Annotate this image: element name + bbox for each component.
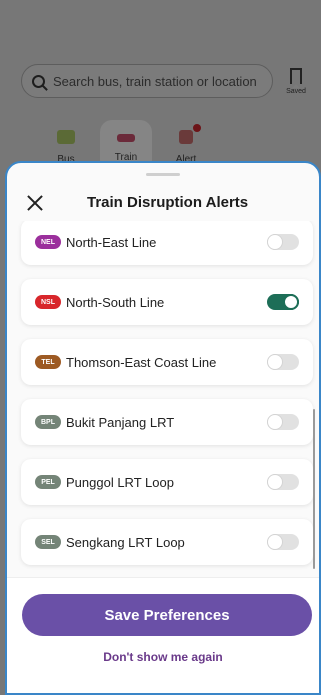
train-icon — [117, 134, 135, 142]
toggle-knob — [267, 474, 283, 490]
toggle-knob — [267, 234, 283, 250]
saved-button[interactable]: Saved — [279, 67, 313, 95]
line-badge: PEL — [35, 475, 61, 489]
line-name: Punggol LRT Loop — [66, 474, 174, 490]
close-button[interactable] — [25, 193, 45, 213]
toggle-knob — [283, 294, 299, 310]
line-badge: NEL — [35, 235, 61, 249]
line-name: North-East Line — [66, 234, 157, 250]
line-item-bpl: BPL Bukit Panjang LRT — [21, 399, 313, 445]
toggle-switch[interactable] — [267, 294, 299, 310]
line-item-nel: NEL North-East Line — [21, 221, 313, 265]
sheet-footer: Save Preferences Don't show me again — [7, 577, 319, 693]
bottom-sheet: Train Disruption Alerts NEL North-East L… — [5, 161, 321, 695]
alert-icon — [179, 124, 201, 144]
toggle-switch[interactable] — [267, 414, 299, 430]
line-badge: BPL — [35, 415, 61, 429]
search-icon — [32, 74, 45, 88]
line-item-tel: TEL Thomson-East Coast Line — [21, 339, 313, 385]
toggle-knob — [267, 534, 283, 550]
line-badge: TEL — [35, 355, 61, 369]
scrollbar[interactable] — [313, 409, 315, 569]
line-item-nsl: NSL North-South Line — [21, 279, 313, 325]
line-list: NEL North-East Line NSL North-South Line… — [7, 221, 319, 581]
dont-show-again-link[interactable]: Don't show me again — [7, 650, 319, 664]
toggle-switch[interactable] — [267, 534, 299, 550]
bookmark-icon — [290, 67, 302, 88]
line-badge: NSL — [35, 295, 61, 309]
search-input[interactable]: Search bus, train station or location — [21, 64, 273, 98]
toggle-knob — [267, 354, 283, 370]
line-item-pel: PEL Punggol LRT Loop — [21, 459, 313, 505]
save-preferences-button[interactable]: Save Preferences — [22, 594, 312, 636]
toggle-switch[interactable] — [267, 234, 299, 250]
line-badge: SEL — [35, 535, 61, 549]
line-name: Sengkang LRT Loop — [66, 534, 185, 550]
line-name: Thomson-East Coast Line — [66, 354, 217, 370]
sheet-title: Train Disruption Alerts — [87, 194, 249, 211]
line-name: Bukit Panjang LRT — [66, 414, 175, 430]
toggle-switch[interactable] — [267, 474, 299, 490]
drag-handle[interactable] — [146, 173, 180, 176]
sheet-header: Train Disruption Alerts — [7, 190, 319, 216]
line-name: North-South Line — [66, 294, 165, 310]
toggle-knob — [267, 414, 283, 430]
toggle-switch[interactable] — [267, 354, 299, 370]
search-row: Search bus, train station or location Sa… — [21, 63, 313, 99]
notification-dot — [193, 124, 201, 132]
bus-icon — [57, 130, 75, 144]
search-placeholder: Search bus, train station or location — [53, 73, 257, 89]
saved-label: Saved — [286, 87, 306, 95]
line-item-sel: SEL Sengkang LRT Loop — [21, 519, 313, 565]
